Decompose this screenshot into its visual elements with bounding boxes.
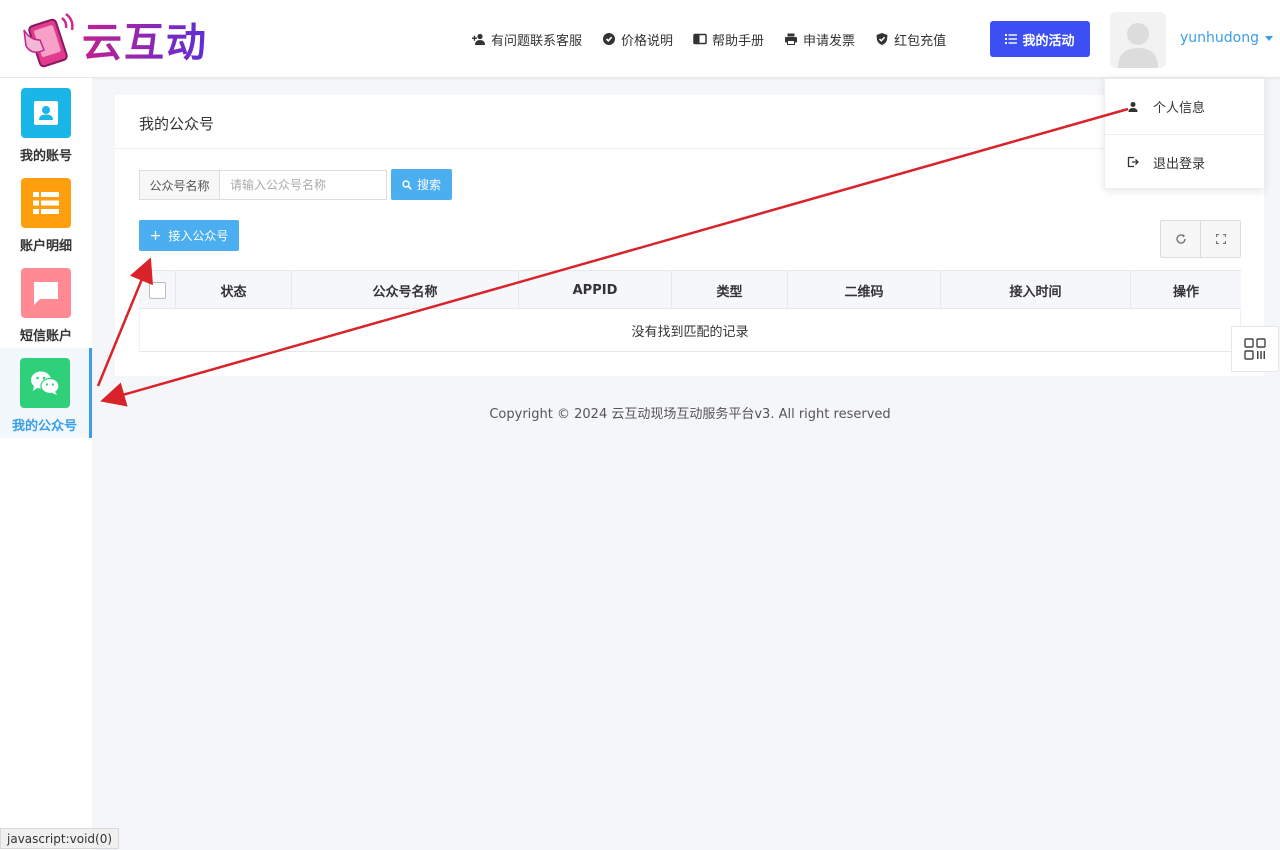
avatar[interactable] [1110, 12, 1166, 68]
search-button-label: 搜索 [416, 178, 441, 192]
left-sidebar: 我的账号 账户明细 短信账户 我的公众号 [0, 78, 92, 850]
table-header: 状态 公众号名称 APPID 类型 二维码 接入时间 操作 [139, 270, 1241, 309]
browser-status-bar: javascript:void(0) [0, 828, 120, 849]
empty-row: 没有找到匹配的记录 [139, 309, 1241, 352]
username-dropdown-toggle[interactable]: yunhudong [1180, 30, 1273, 46]
default-avatar-icon [1110, 12, 1166, 68]
official-account-table: 状态 公众号名称 APPID 类型 二维码 接入时间 操作 没有找到匹配的记录 [139, 270, 1241, 352]
sidebar-item-label: 账户明细 [19, 239, 72, 254]
sidebar-item-account-detail[interactable]: 账户明细 [0, 168, 92, 258]
list-icon [21, 178, 71, 228]
nav-invoice[interactable]: 申请发票 [784, 30, 855, 49]
add-button-label: 接入公众号 [168, 229, 229, 243]
menu-item-logout[interactable]: 退出登录 [1105, 134, 1264, 189]
sidebar-item-sms-account[interactable]: 短信账户 [0, 258, 92, 348]
my-activity-button[interactable]: 我的活动 [990, 21, 1090, 57]
shield-check-icon [876, 33, 888, 45]
my-activity-label: 我的活动 [1022, 33, 1075, 49]
search-button[interactable]: 搜索 [391, 169, 452, 200]
column-header[interactable]: 公众号名称 [291, 271, 518, 309]
fullscreen-button[interactable] [1200, 221, 1240, 257]
refresh-icon [1175, 234, 1186, 244]
top-header: 云互动 有问题联系客服 价格说明 帮助手册 申请发票 红包充值 我的活动 yun… [0, 0, 1280, 78]
official-account-panel: 我的公众号 公众号名称 搜索 + 接入公众号 状态 公众号名称 APPID 类型… [115, 95, 1264, 376]
logout-icon [1127, 156, 1139, 168]
top-nav: 有问题联系客服 价格说明 帮助手册 申请发票 红包充值 [472, 21, 966, 57]
floating-qrcode-button[interactable] [1231, 326, 1279, 372]
wechat-icon [19, 358, 70, 408]
menu-item-label: 个人信息 [1153, 101, 1206, 116]
nav-label: 申请发票 [803, 33, 856, 49]
nav-label: 帮助手册 [712, 33, 765, 49]
column-header[interactable]: 类型 [671, 271, 787, 309]
search-icon [402, 179, 412, 190]
add-official-account-button[interactable]: + 接入公众号 [139, 220, 239, 251]
nav-label: 红包充值 [894, 33, 947, 49]
column-header[interactable]: 状态 [175, 271, 291, 309]
qrcode-icon [1244, 338, 1266, 360]
brand-name: 云互动 [82, 10, 208, 68]
table-toolbar [1160, 220, 1241, 258]
badge-icon [603, 33, 616, 45]
column-header[interactable]: 接入时间 [940, 271, 1130, 309]
menu-item-label: 退出登录 [1153, 156, 1206, 172]
refresh-button[interactable] [1161, 221, 1200, 257]
header-select-all [139, 271, 175, 309]
divider [115, 148, 1264, 149]
column-header[interactable]: 操作 [1130, 271, 1241, 309]
account-card-icon [21, 88, 71, 138]
copyright-footer: Copyright © 2024 云互动现场互动服务平台v3. All righ… [489, 407, 891, 422]
sidebar-item-label: 短信账户 [19, 329, 72, 344]
select-all-checkbox[interactable] [148, 281, 166, 299]
nav-redpacket-recharge[interactable]: 红包充值 [875, 30, 946, 49]
list-icon [1005, 34, 1018, 44]
menu-item-profile[interactable]: 个人信息 [1105, 79, 1264, 134]
nav-pricing[interactable]: 价格说明 [602, 30, 673, 49]
sidebar-item-my-account[interactable]: 我的账号 [0, 78, 92, 168]
search-field-label: 公众号名称 [139, 170, 220, 200]
phone-logo-icon [20, 10, 80, 68]
user-plus-icon [472, 33, 485, 45]
user-dropdown-menu: 个人信息 退出登录 [1104, 78, 1265, 189]
page-title: 我的公众号 [139, 115, 215, 133]
printer-icon [785, 33, 798, 45]
message-icon [21, 268, 71, 318]
column-header[interactable]: 二维码 [787, 271, 940, 309]
column-header[interactable]: APPID [518, 271, 671, 309]
user-icon [1128, 101, 1138, 112]
sidebar-item-label: 我的账号 [19, 149, 72, 164]
search-input[interactable] [220, 170, 387, 200]
fullscreen-icon [1215, 234, 1226, 244]
username: yunhudong [1180, 30, 1259, 46]
sidebar-item-label: 我的公众号 [11, 419, 77, 434]
book-icon [693, 33, 707, 45]
nav-contact-support[interactable]: 有问题联系客服 [472, 30, 582, 49]
nav-label: 有问题联系客服 [491, 33, 583, 49]
sidebar-item-my-official-account[interactable]: 我的公众号 [0, 348, 92, 438]
nav-help-manual[interactable]: 帮助手册 [693, 30, 764, 49]
caret-down-icon [1265, 35, 1273, 41]
nav-label: 价格说明 [621, 33, 674, 49]
plus-icon: + [149, 227, 162, 244]
brand-logo[interactable]: 云互动 [20, 10, 230, 68]
